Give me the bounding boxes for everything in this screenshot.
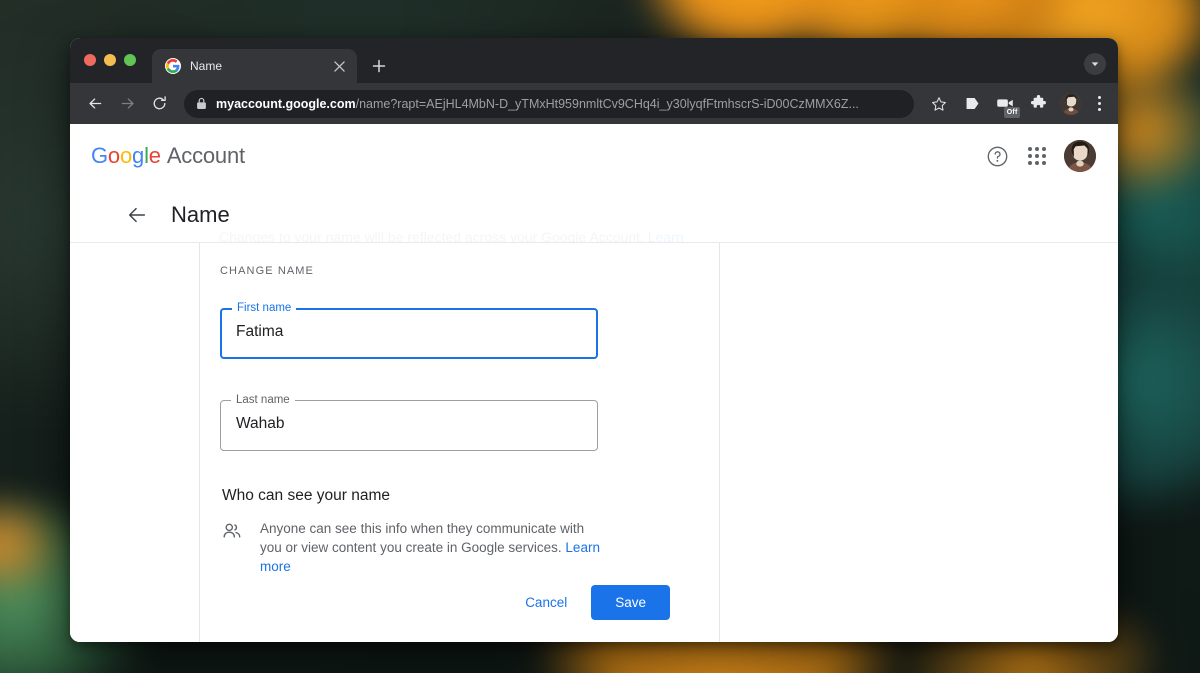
page-header-row: Name — [70, 188, 1118, 242]
right-column-divider — [719, 243, 720, 642]
tab-close-icon[interactable] — [331, 58, 347, 74]
visibility-description: Anyone can see this info when they commu… — [260, 519, 608, 576]
google-account-bar-actions — [984, 140, 1096, 172]
camera-recording-icon[interactable]: Off — [992, 91, 1020, 118]
back-arrow-icon[interactable] — [125, 203, 149, 227]
desktop-background: Name myaccount.google.com/name?rapt=AEjH… — [0, 0, 1200, 673]
last-name-input[interactable] — [220, 395, 598, 451]
browser-tab-name[interactable]: Name — [152, 49, 357, 83]
url-text: myaccount.google.com/name?rapt=AEjHL4MbN… — [216, 90, 859, 118]
left-column-divider — [199, 243, 200, 642]
tab-title: Name — [190, 59, 223, 73]
logo-letter-o2: o — [119, 143, 133, 168]
tab-strip: Name — [70, 38, 1118, 83]
visibility-title: Who can see your name — [222, 487, 391, 504]
google-account-logo[interactable]: Google Account — [91, 143, 245, 169]
people-icon — [222, 521, 242, 541]
help-circle-icon[interactable] — [984, 143, 1010, 169]
change-name-form: CHANGE NAME First name Last name Who — [220, 243, 719, 576]
url-host: myaccount.google.com — [216, 96, 356, 111]
section-label-change-name: CHANGE NAME — [220, 265, 314, 277]
url-path: /name?rapt=AEjHL4MbN-D_yTMxHt959nmltCv9C… — [355, 96, 859, 111]
window-maximize-button[interactable] — [124, 53, 136, 66]
back-navigation-icon[interactable] — [80, 89, 110, 119]
profile-avatar-icon[interactable] — [1060, 92, 1082, 115]
apps-grid-icon[interactable] — [1028, 147, 1046, 165]
window-minimize-button[interactable] — [104, 53, 116, 66]
url-address-bar[interactable]: myaccount.google.com/name?rapt=AEjHL4MbN… — [184, 89, 914, 118]
chrome-browser-window: Name myaccount.google.com/name?rapt=AEjH… — [70, 38, 1118, 642]
new-tab-button[interactable] — [365, 52, 393, 80]
first-name-input[interactable] — [220, 303, 598, 359]
visibility-text: Anyone can see this info when they commu… — [260, 521, 585, 555]
google-account-bar: Google Account — [70, 124, 1118, 188]
logo-letter-o1: o — [107, 143, 120, 168]
camera-off-badge: Off — [1004, 106, 1020, 118]
extensions-puzzle-icon[interactable] — [1025, 91, 1051, 117]
forward-navigation-icon[interactable] — [112, 89, 142, 119]
tab-search-chevron-down-icon[interactable] — [1084, 53, 1106, 75]
tag-icon[interactable] — [959, 91, 985, 117]
google-g-icon — [165, 58, 181, 74]
window-traffic-lights — [84, 38, 136, 83]
three-dot-menu-icon[interactable] — [1088, 91, 1110, 117]
page-content: Changes to your name will be reflected a… — [70, 124, 1118, 642]
window-close-button[interactable] — [84, 53, 96, 66]
account-avatar[interactable] — [1064, 140, 1096, 172]
visibility-info-row: Anyone can see this info when they commu… — [220, 519, 719, 576]
form-actions: Cancel Save — [220, 585, 670, 620]
browser-toolbar: myaccount.google.com/name?rapt=AEjHL4MbN… — [70, 83, 1118, 124]
last-name-field[interactable]: Last name — [220, 394, 598, 451]
logo-letter-e: e — [148, 143, 161, 168]
form-content-area: CHANGE NAME First name Last name Who — [70, 243, 1118, 642]
lock-icon — [196, 97, 207, 110]
page-title: Name — [171, 202, 230, 227]
save-button[interactable]: Save — [591, 585, 670, 620]
logo-product-word: Account — [166, 143, 245, 168]
cancel-button[interactable]: Cancel — [511, 586, 581, 619]
reload-icon[interactable] — [144, 89, 174, 119]
logo-letter-g1: G — [91, 143, 108, 168]
first-name-field[interactable]: First name — [220, 302, 598, 359]
bookmark-star-icon[interactable] — [926, 91, 952, 117]
logo-letter-g2: g — [132, 143, 145, 168]
